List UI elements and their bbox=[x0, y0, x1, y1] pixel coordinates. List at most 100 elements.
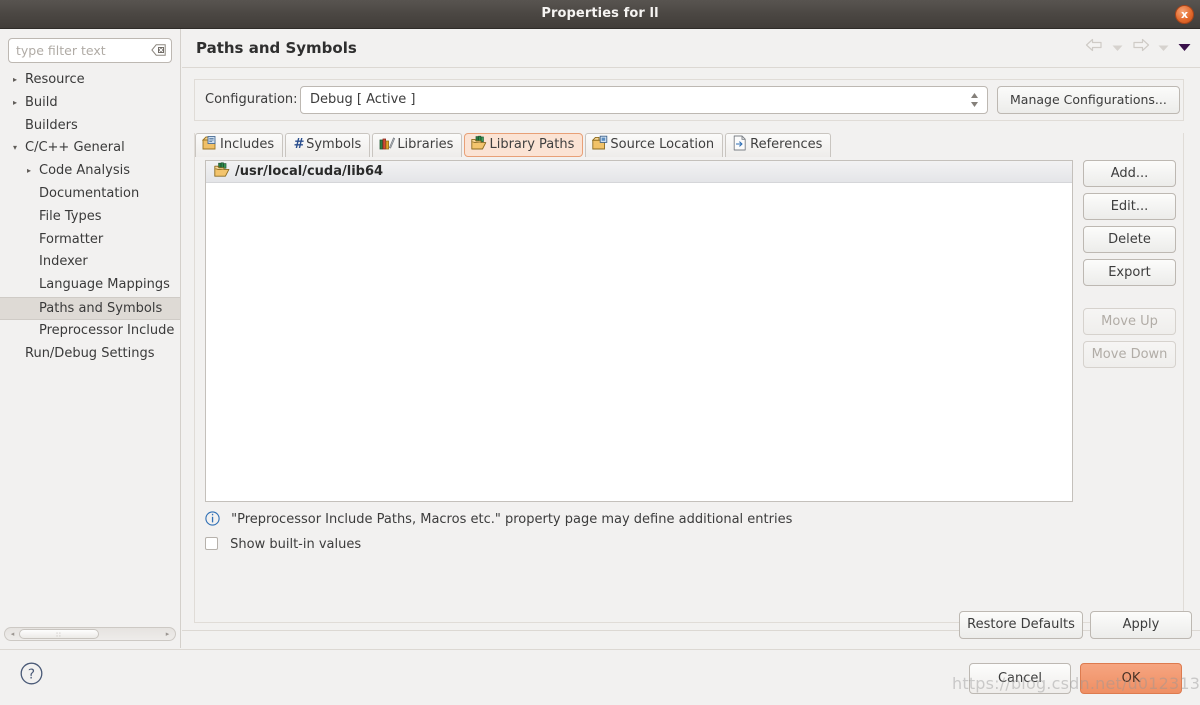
close-icon: x bbox=[1180, 8, 1189, 21]
tab-references[interactable]: References bbox=[725, 133, 832, 157]
page-title: Paths and Symbols bbox=[196, 39, 357, 57]
references-page-icon bbox=[732, 135, 748, 151]
clear-icon[interactable] bbox=[151, 44, 166, 56]
tab-strip: Includes # Symbols Libraries Library Paths So… bbox=[195, 133, 833, 160]
back-history-chevron-down-icon[interactable] bbox=[1110, 38, 1126, 60]
twisty-placeholder bbox=[22, 320, 36, 343]
sidebar-item-code-analysis[interactable]: ▸ Code Analysis bbox=[0, 160, 180, 183]
sidebar-item-paths-and-symbols[interactable]: Paths and Symbols bbox=[0, 296, 180, 320]
library-paths-list[interactable]: /usr/local/cuda/lib64 bbox=[205, 160, 1073, 502]
twisty-expanded-icon[interactable]: ▾ bbox=[8, 137, 22, 160]
twisty-placeholder bbox=[22, 206, 36, 229]
info-message-row: "Preprocessor Include Paths, Macros etc.… bbox=[205, 511, 792, 531]
twisty-placeholder bbox=[22, 183, 36, 206]
window-title: Properties for ll bbox=[541, 6, 659, 21]
help-question-icon[interactable]: ? bbox=[20, 662, 43, 685]
checkbox-box[interactable] bbox=[205, 537, 218, 550]
list-item-path: /usr/local/cuda/lib64 bbox=[235, 164, 384, 179]
cancel-button[interactable]: Cancel bbox=[969, 663, 1071, 694]
add-button[interactable]: Add... bbox=[1083, 160, 1176, 187]
settings-tree[interactable]: ▸ Resource ▸ Build Builders ▾ C/C++ General ▸ Co… bbox=[0, 69, 180, 657]
view-menu-triangle-icon[interactable] bbox=[1176, 38, 1192, 60]
sidebar-item-preprocessor-include[interactable]: Preprocessor Include bbox=[0, 320, 180, 343]
sidebar-item-documentation[interactable]: Documentation bbox=[0, 183, 180, 206]
tab-libraries[interactable]: Libraries bbox=[372, 133, 463, 157]
info-message-text: "Preprocessor Include Paths, Macros etc.… bbox=[231, 512, 793, 527]
ok-button[interactable]: OK bbox=[1080, 663, 1182, 694]
tree-horizontal-scrollbar[interactable]: ◂ ∶∶ ▸ bbox=[4, 627, 176, 641]
sidebar-item-formatter[interactable]: Formatter bbox=[0, 229, 180, 252]
library-paths-folder-icon bbox=[471, 135, 487, 151]
sidebar-item-indexer[interactable]: Indexer bbox=[0, 251, 180, 274]
configuration-label: Configuration: bbox=[205, 92, 298, 107]
filter-field-wrapper bbox=[8, 38, 172, 63]
sidebar-item-file-types[interactable]: File Types bbox=[0, 206, 180, 229]
hash-icon: # bbox=[293, 137, 305, 152]
settings-tree-panel: ▸Resource▸BuildBuilders▾C/C++ General▸Co… bbox=[0, 29, 181, 648]
configuration-combo[interactable]: Debug [ Active ] bbox=[300, 86, 988, 114]
scrollbar-thumb[interactable]: ∶∶ bbox=[19, 629, 99, 639]
tab-label: Libraries bbox=[397, 137, 454, 152]
forward-history-chevron-down-icon[interactable] bbox=[1156, 38, 1172, 60]
header-divider bbox=[182, 67, 1200, 68]
tab-label: Source Location bbox=[610, 137, 715, 152]
paths-symbols-tabfolder: Includes # Symbols Libraries Library Paths So… bbox=[194, 133, 1184, 623]
sidebar-item-c-c-general[interactable]: ▾ C/C++ General bbox=[0, 137, 180, 160]
sidebar-item-run-debug-settings[interactable]: Run/Debug Settings bbox=[0, 343, 180, 366]
twisty-placeholder bbox=[8, 343, 22, 366]
sidebar-item-resource[interactable]: ▸ Resource bbox=[0, 69, 180, 92]
list-item[interactable]: /usr/local/cuda/lib64 bbox=[206, 161, 1072, 183]
tab-symbols[interactable]: # Symbols bbox=[285, 133, 371, 157]
source-location-folder-icon bbox=[592, 135, 608, 151]
back-arrow-icon[interactable] bbox=[1083, 38, 1105, 60]
twisty-collapsed-icon[interactable]: ▸ bbox=[22, 160, 36, 183]
property-page: Paths and Symbols Configuration: Debug [… bbox=[182, 29, 1200, 648]
twisty-placeholder bbox=[22, 229, 36, 252]
twisty-placeholder bbox=[22, 274, 36, 297]
sidebar-item-label: C/C++ General bbox=[25, 140, 125, 156]
sidebar-item-label: Resource bbox=[25, 72, 85, 87]
properties-dialog: Properties for ll x ▸Resource▸BuildBuild… bbox=[0, 0, 1200, 705]
scroll-left-icon[interactable]: ◂ bbox=[7, 629, 18, 639]
dialog-footer: ? Cancel OK bbox=[0, 649, 1200, 705]
tab-label: Symbols bbox=[306, 137, 362, 152]
tab-library-paths[interactable]: Library Paths bbox=[464, 133, 584, 157]
show-builtin-values-checkbox[interactable]: Show built-in values bbox=[205, 537, 361, 557]
tab-source-location[interactable]: Source Location bbox=[585, 133, 724, 157]
twisty-collapsed-icon[interactable]: ▸ bbox=[8, 69, 22, 92]
sidebar-item-language-mappings[interactable]: Language Mappings bbox=[0, 274, 180, 297]
edit-button[interactable]: Edit... bbox=[1083, 193, 1176, 220]
info-circle-icon bbox=[205, 511, 220, 526]
sidebar-item-build[interactable]: ▸ Build bbox=[0, 92, 180, 115]
tab-label: Includes bbox=[220, 137, 275, 152]
svg-text:?: ? bbox=[28, 666, 35, 682]
title-bar: Properties for ll x bbox=[0, 0, 1200, 29]
restore-defaults-button[interactable]: Restore Defaults bbox=[959, 611, 1083, 639]
page-navigation-toolbar bbox=[1083, 38, 1192, 60]
sidebar-item-builders[interactable]: Builders bbox=[0, 115, 180, 138]
search-input[interactable] bbox=[8, 38, 172, 63]
configuration-value: Debug [ Active ] bbox=[310, 92, 416, 107]
sidebar-item-label: Builders bbox=[25, 117, 78, 133]
twisty-collapsed-icon[interactable]: ▸ bbox=[8, 92, 22, 115]
forward-arrow-icon[interactable] bbox=[1130, 38, 1152, 60]
scroll-right-icon[interactable]: ▸ bbox=[162, 629, 173, 639]
scrollbar-grip-icon: ∶∶ bbox=[56, 631, 62, 639]
spinner-icon[interactable] bbox=[969, 91, 979, 111]
export-button[interactable]: Export bbox=[1083, 259, 1176, 286]
move-down-button: Move Down bbox=[1083, 341, 1176, 368]
apply-button[interactable]: Apply bbox=[1090, 611, 1192, 639]
delete-button[interactable]: Delete bbox=[1083, 226, 1176, 253]
manage-configurations-button[interactable]: Manage Configurations... bbox=[997, 86, 1180, 114]
sidebar-item-label: Run/Debug Settings bbox=[25, 345, 155, 361]
includes-folder-icon bbox=[201, 135, 218, 151]
tab-label: Library Paths bbox=[489, 137, 575, 152]
configuration-group: Configuration: Debug [ Active ] Manage C… bbox=[194, 79, 1184, 121]
sidebar-item-label: Build bbox=[25, 94, 58, 110]
folder-books-icon bbox=[214, 162, 230, 178]
close-button[interactable]: x bbox=[1175, 5, 1194, 24]
tab-label: References bbox=[750, 137, 823, 152]
move-up-button: Move Up bbox=[1083, 308, 1176, 335]
twisty-placeholder bbox=[8, 115, 22, 138]
tab-includes[interactable]: Includes bbox=[195, 133, 284, 157]
